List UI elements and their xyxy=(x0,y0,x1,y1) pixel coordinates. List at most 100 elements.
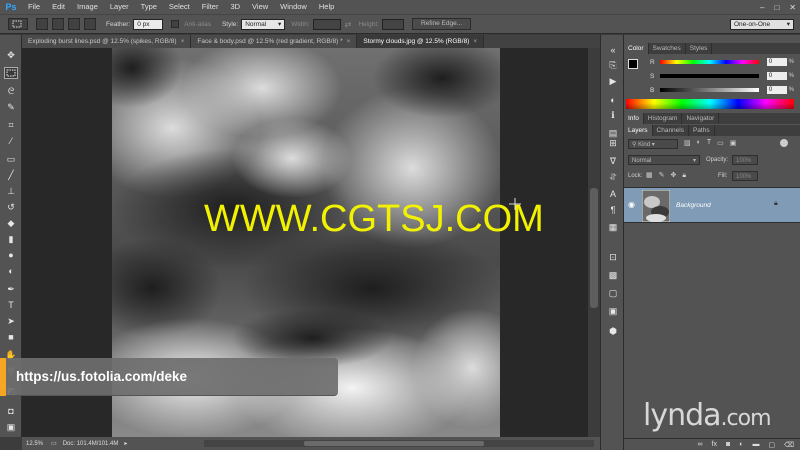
filter-smart-icon[interactable]: ▣ xyxy=(730,139,737,147)
close-button[interactable]: ✕ xyxy=(789,3,796,12)
height-input[interactable] xyxy=(381,18,404,30)
opacity-input[interactable]: 100% xyxy=(732,155,758,165)
tab-histogram[interactable]: Histogram xyxy=(644,113,683,124)
tool-preset-picker[interactable] xyxy=(8,18,28,30)
maximize-button[interactable]: □ xyxy=(774,3,779,12)
chevron-right-icon[interactable]: ▸ xyxy=(124,440,127,447)
character-icon[interactable]: A xyxy=(606,187,620,200)
width-input[interactable] xyxy=(312,18,341,30)
move-tool-icon[interactable]: ✥ xyxy=(4,49,18,61)
screen-mode-icon[interactable]: ▣ xyxy=(4,421,18,433)
rectangle-tool-icon[interactable]: ■ xyxy=(4,331,18,343)
tab-swatches[interactable]: Swatches xyxy=(649,43,686,54)
vertical-scrollbar[interactable] xyxy=(588,48,600,437)
tab-color[interactable]: Color xyxy=(624,43,649,54)
lock-position-icon[interactable]: ✥ xyxy=(671,171,677,181)
tab-info[interactable]: Info xyxy=(624,113,644,124)
menu-image[interactable]: Image xyxy=(71,0,104,14)
scrollbar-thumb[interactable] xyxy=(304,441,484,446)
fx-icon[interactable]: fx xyxy=(712,441,717,448)
color-value[interactable]: 0 xyxy=(766,86,787,94)
close-icon[interactable]: × xyxy=(181,38,185,45)
lock-pixels-icon[interactable]: ✎ xyxy=(659,171,665,181)
color-value[interactable]: 0 xyxy=(766,58,787,66)
tab-styles[interactable]: Styles xyxy=(686,43,713,54)
layer-comps-icon[interactable]: ⊡ xyxy=(606,251,620,264)
adjustment-icon[interactable]: ◐ xyxy=(739,441,743,448)
brush-tool-icon[interactable]: ╱ xyxy=(4,169,18,181)
lock-transparent-icon[interactable]: ▦ xyxy=(646,171,653,181)
status-icon[interactable]: ▭ xyxy=(51,440,57,447)
brush-preset-icon[interactable]: ⊞ xyxy=(606,137,620,150)
navigator-icon[interactable]: ▣ xyxy=(606,305,620,318)
tab-stormy-clouds[interactable]: Stormy clouds.jpg @ 12.5% (RGB/8) × xyxy=(357,35,485,48)
link-icon[interactable]: ∞ xyxy=(698,441,703,448)
layer-row-background[interactable]: ◉ Background 🔒︎ xyxy=(624,187,800,223)
eye-icon[interactable]: ◉ xyxy=(628,200,635,209)
history-brush-tool-icon[interactable]: ↺ xyxy=(4,201,18,213)
clone-source-icon[interactable]: ⥯ xyxy=(606,171,620,184)
group-icon[interactable]: ▬ xyxy=(752,441,759,448)
antialias-checkbox[interactable] xyxy=(171,20,180,28)
dodge-tool-icon[interactable]: ◐ xyxy=(4,265,18,277)
path-select-tool-icon[interactable]: ➤ xyxy=(4,315,18,327)
intersect-selection-button[interactable] xyxy=(84,18,96,30)
eraser-tool-icon[interactable]: ◆ xyxy=(4,217,18,229)
tab-face-body[interactable]: Face & body.psd @ 12.5% (red gradient, R… xyxy=(191,35,358,48)
swap-icon[interactable]: ⇄ xyxy=(345,20,352,29)
quick-mask-icon[interactable]: ◘ xyxy=(4,405,18,417)
subtract-selection-button[interactable] xyxy=(68,18,80,30)
3d-icon[interactable]: ⬢ xyxy=(606,325,620,338)
lock-all-icon[interactable]: 🔒︎ xyxy=(682,171,686,181)
tab-exploding-burst-lines[interactable]: Exploding burst lines.psd @ 12.5% (spike… xyxy=(22,35,192,48)
history-icon[interactable]: ⎘ xyxy=(606,59,620,72)
swatches-icon[interactable]: ▩ xyxy=(606,269,620,282)
filter-toggle-icon[interactable] xyxy=(780,139,788,147)
clone-stamp-tool-icon[interactable]: ⊥ xyxy=(4,185,18,197)
blend-mode-select[interactable]: Normal ▾ xyxy=(628,155,700,165)
marquee-tool-icon[interactable] xyxy=(4,67,18,79)
mask-icon[interactable]: ◙ xyxy=(726,441,730,448)
layer-kind-filter[interactable]: ⚲ Kind ▾ xyxy=(628,139,678,149)
filter-pixel-icon[interactable]: ▨ xyxy=(684,139,691,147)
close-icon[interactable]: × xyxy=(473,38,477,45)
zoom-level[interactable]: 12.5% xyxy=(26,441,43,447)
notes-icon[interactable]: ▢ xyxy=(606,287,620,300)
new-selection-button[interactable] xyxy=(36,18,48,30)
menu-3d[interactable]: 3D xyxy=(224,0,246,14)
filter-shape-icon[interactable]: ▭ xyxy=(717,139,724,147)
play-icon[interactable]: ▶ xyxy=(606,75,620,88)
color-value[interactable]: 0 xyxy=(766,72,787,80)
filter-adjustment-icon[interactable]: ◐ xyxy=(697,139,701,147)
filter-type-icon[interactable]: T xyxy=(707,139,711,147)
fill-input[interactable]: 100% xyxy=(732,171,758,181)
style-select[interactable]: Normal ▾ xyxy=(241,18,286,30)
menu-edit[interactable]: Edit xyxy=(46,0,71,14)
scrollbar-thumb[interactable] xyxy=(590,188,598,308)
menu-layer[interactable]: Layer xyxy=(104,0,135,14)
workspace-select[interactable]: One-on-One ▾ xyxy=(730,18,794,30)
gradient-tool-icon[interactable]: ▮ xyxy=(4,233,18,245)
menu-window[interactable]: Window xyxy=(274,0,313,14)
add-selection-button[interactable] xyxy=(52,18,64,30)
menu-type[interactable]: Type xyxy=(135,0,163,14)
quick-select-tool-icon[interactable]: ✎ xyxy=(4,101,18,113)
lasso-tool-icon[interactable]: ᘓ xyxy=(4,85,18,97)
healing-brush-tool-icon[interactable]: ▭ xyxy=(4,153,18,165)
menu-help[interactable]: Help xyxy=(313,0,340,14)
blur-tool-icon[interactable]: ● xyxy=(4,249,18,261)
tab-channels[interactable]: Channels xyxy=(653,125,689,136)
color-spectrum-ramp[interactable] xyxy=(626,99,794,109)
adjustments-icon[interactable]: ◐ xyxy=(606,93,620,106)
paragraph-icon[interactable]: ¶ xyxy=(606,203,620,216)
tab-layers[interactable]: Layers xyxy=(624,125,653,136)
close-icon[interactable]: × xyxy=(347,38,351,45)
menu-file[interactable]: File xyxy=(22,0,46,14)
horizontal-scrollbar[interactable] xyxy=(204,440,594,447)
new-layer-icon[interactable]: ▢ xyxy=(768,441,775,449)
collapse-icon[interactable]: « xyxy=(606,43,620,56)
tab-navigator[interactable]: Navigator xyxy=(682,113,720,124)
menu-select[interactable]: Select xyxy=(163,0,196,14)
minimize-button[interactable]: – xyxy=(760,3,764,12)
hue-slider[interactable] xyxy=(659,60,759,64)
